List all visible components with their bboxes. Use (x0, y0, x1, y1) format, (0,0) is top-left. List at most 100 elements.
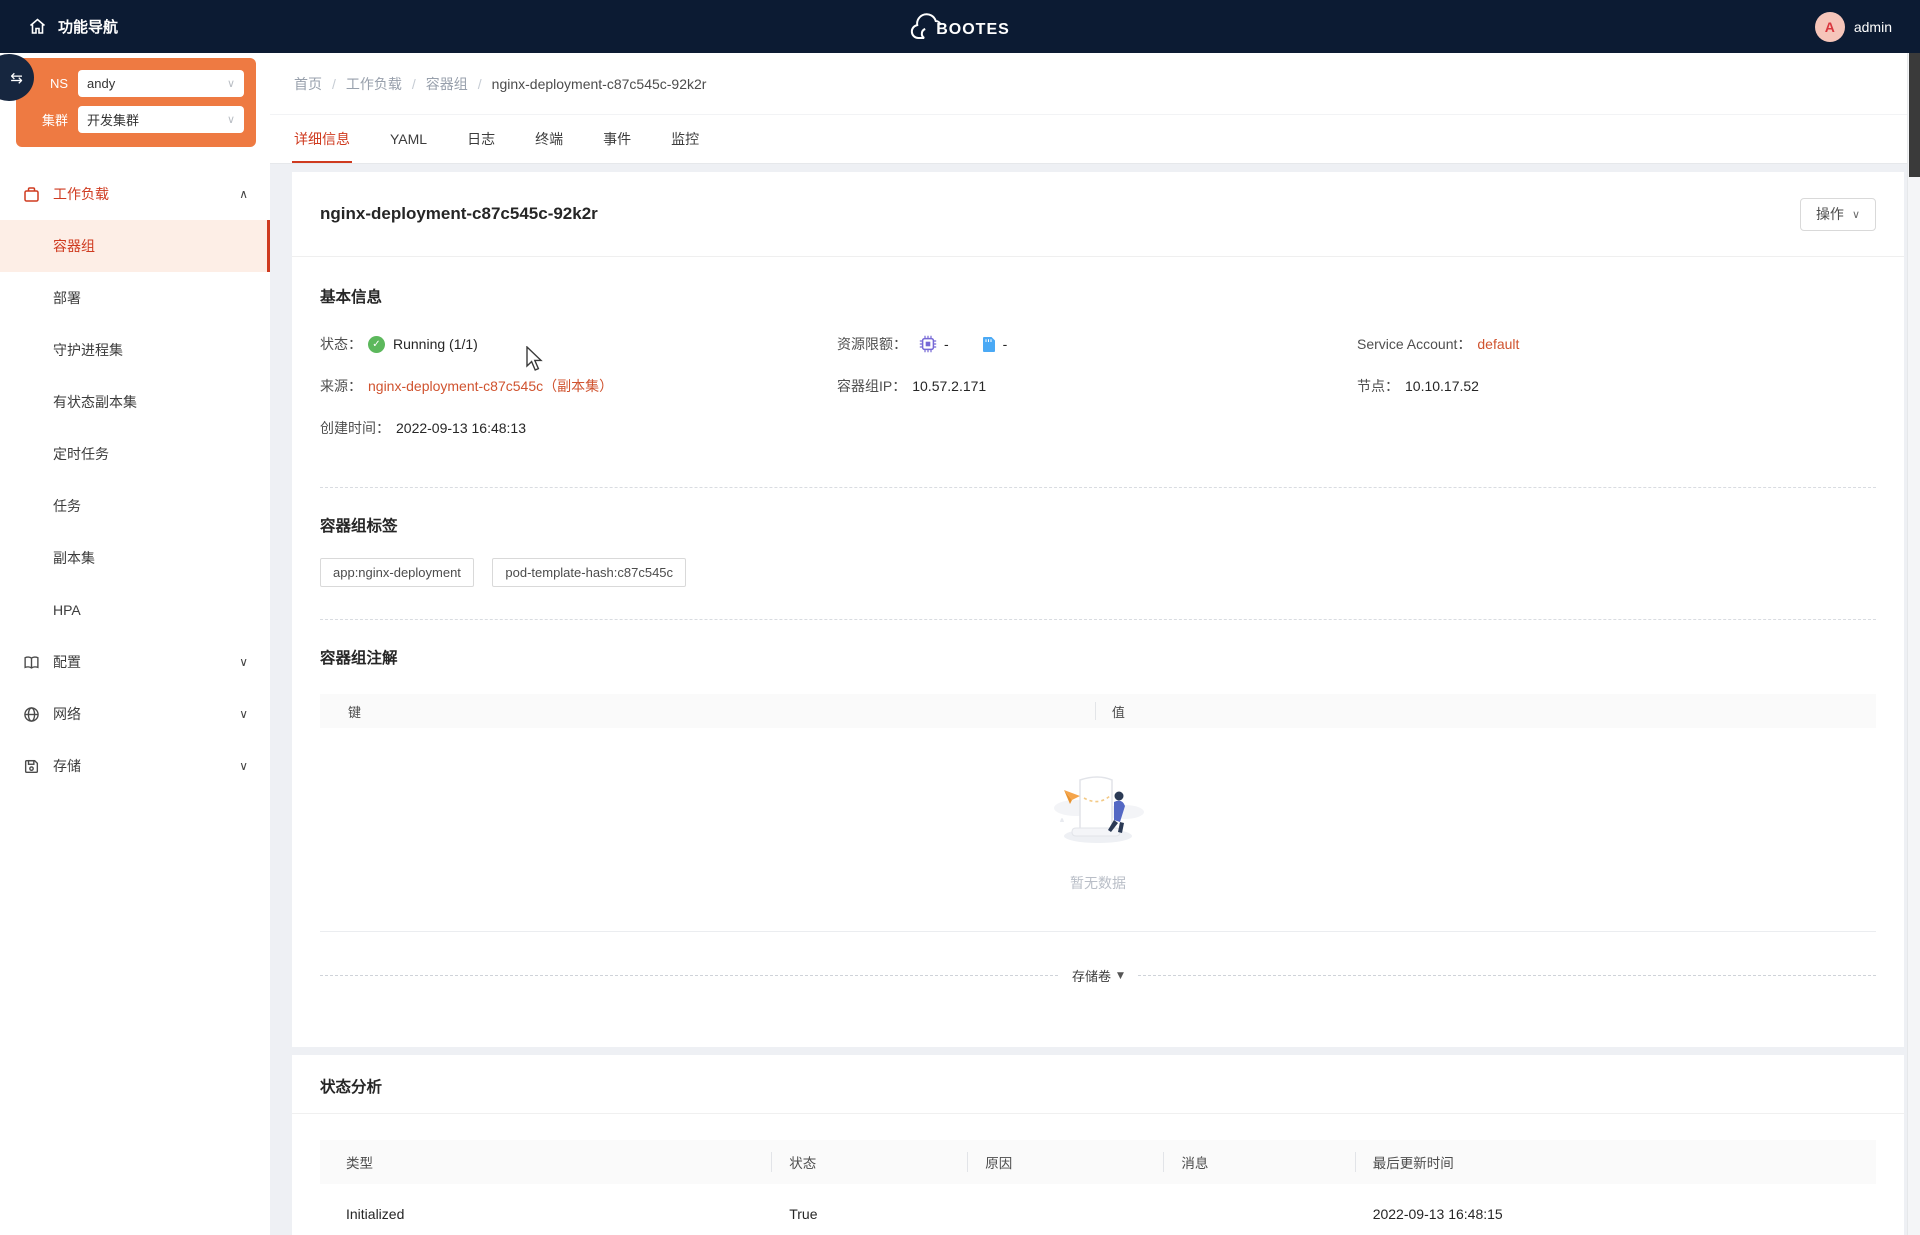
breadcrumb-separator: / (478, 76, 482, 92)
breadcrumb-workload[interactable]: 工作负载 (346, 74, 402, 94)
table-row: Initialized True 2022-09-13 16:48:15 (320, 1184, 1876, 1235)
cell-type: Initialized (320, 1184, 771, 1235)
tab-monitoring[interactable]: 监控 (671, 115, 699, 163)
breadcrumb-current: nginx-deployment-c87c545c-92k2r (492, 76, 707, 92)
status-analysis-heading: 状态分析 (320, 1075, 1876, 1097)
sidebar-item-daemonsets[interactable]: 守护进程集 (0, 324, 270, 376)
sidebar-group-network[interactable]: 网络 ∨ (0, 688, 270, 740)
source-kind: （副本集） (543, 376, 613, 396)
section-divider (320, 487, 1876, 488)
annotations-table-header: 键 值 (320, 694, 1876, 728)
page-title: nginx-deployment-c87c545c-92k2r (320, 204, 598, 224)
source-label: 来源： (320, 376, 362, 396)
sidebar-item-cronjobs[interactable]: 定时任务 (0, 428, 270, 480)
status-analysis-heading-row: 状态分析 (292, 1055, 1904, 1114)
card-header: nginx-deployment-c87c545c-92k2r 操作 ∨ (292, 172, 1904, 257)
tab-terminal[interactable]: 终端 (535, 115, 563, 163)
sidebar-item-hpa[interactable]: HPA (0, 584, 270, 636)
service-account-link[interactable]: default (1477, 336, 1519, 352)
home-icon (28, 17, 47, 36)
volumes-toggle-label: 存储卷 (1072, 966, 1111, 985)
tab-details[interactable]: 详细信息 (294, 115, 350, 163)
divider-line (1138, 975, 1876, 976)
chevron-down-icon: ∨ (1852, 208, 1860, 221)
sidebar-group-label: 存储 (53, 756, 81, 776)
chevron-down-icon: ∨ (227, 113, 235, 126)
cluster-row: 集群 开发集群 ∨ (26, 106, 244, 133)
breadcrumb-separator: / (332, 76, 336, 92)
breadcrumb-pods[interactable]: 容器组 (426, 74, 468, 94)
sidebar-group-label: 配置 (53, 652, 81, 672)
check-icon: ✓ (372, 339, 380, 350)
tab-logs[interactable]: 日志 (467, 115, 495, 163)
sidebar-group-workload[interactable]: 工作负载 ∧ (0, 168, 270, 220)
sidebar-item-statefulsets[interactable]: 有状态副本集 (0, 376, 270, 428)
annotations-heading: 容器组注解 (320, 646, 1876, 668)
sidebar-group-storage[interactable]: 存储 ∨ (0, 740, 270, 792)
sidebar-item-deployments[interactable]: 部署 (0, 272, 270, 324)
memory-icon (981, 336, 996, 353)
user-menu[interactable]: A admin (1815, 12, 1892, 42)
sidebar-group-config[interactable]: 配置 ∨ (0, 636, 270, 688)
status-label: 状态： (320, 334, 362, 354)
empty-state-illustration (1046, 770, 1150, 859)
breadcrumb-home[interactable]: 首页 (294, 74, 322, 94)
status-analysis-table: 类型 状态 原因 消息 最后更新时间 Initialized True 2022… (320, 1140, 1876, 1235)
tab-events[interactable]: 事件 (603, 115, 631, 163)
pod-label-tag: app:nginx-deployment (320, 558, 474, 587)
storage-icon (22, 757, 40, 775)
cell-message (1163, 1184, 1354, 1235)
source-link[interactable]: nginx-deployment-c87c545c (368, 378, 543, 394)
triangle-down-icon: ▼ (1117, 971, 1124, 981)
sidebar-item-pods[interactable]: 容器组 (0, 220, 270, 272)
scrollbar-thumb[interactable] (1909, 53, 1920, 177)
nav-label: 功能导航 (58, 16, 118, 37)
cell-status: True (771, 1184, 967, 1235)
basic-info-heading: 基本信息 (320, 285, 1876, 307)
column-header-value: 值 (1096, 702, 1876, 721)
pod-labels-heading: 容器组标签 (320, 514, 1876, 536)
action-button[interactable]: 操作 ∨ (1800, 198, 1876, 231)
node-field: 节点： 10.10.17.52 (1357, 375, 1876, 397)
scrollbar-track[interactable] (1907, 53, 1920, 1235)
empty-state: 暂无数据 (320, 728, 1876, 932)
workload-icon (22, 185, 40, 203)
sidebar-item-jobs[interactable]: 任务 (0, 480, 270, 532)
collapse-icon: ⇆ (10, 69, 23, 87)
namespace-row: NS andy ∨ (26, 70, 244, 97)
quota-field: 资源限额： (837, 333, 1357, 355)
cluster-select[interactable]: 开发集群 ∨ (78, 106, 244, 133)
cell-reason (967, 1184, 1163, 1235)
nav-menu-trigger[interactable]: 功能导航 (28, 16, 118, 37)
chevron-down-icon: ∨ (239, 759, 248, 773)
sidebar-item-replicasets[interactable]: 副本集 (0, 532, 270, 584)
top-navbar: 功能导航 BOOTES A admin (0, 0, 1920, 53)
memory-quota-value: - (1003, 336, 1008, 352)
sidebar-group-label: 网络 (53, 704, 81, 724)
breadcrumb-separator: / (412, 76, 416, 92)
node-label: 节点： (1357, 376, 1399, 396)
column-header-message: 消息 (1163, 1140, 1354, 1184)
status-value: Running (1/1) (393, 336, 478, 352)
status-check-icon: ✓ (368, 336, 385, 353)
chevron-down-icon: ∨ (239, 707, 248, 721)
sidebar-item-label: 定时任务 (53, 444, 109, 464)
column-header-reason: 原因 (967, 1140, 1163, 1184)
source-field: 来源： nginx-deployment-c87c545c （副本集） (320, 375, 837, 397)
breadcrumb: 首页 / 工作负载 / 容器组 / nginx-deployment-c87c5… (270, 53, 1920, 115)
basic-info-grid: 状态： ✓ Running (1/1) 来源： nginx-deployment… (320, 333, 1876, 439)
service-account-field: Service Account： default (1357, 333, 1876, 355)
namespace-select[interactable]: andy ∨ (78, 70, 244, 97)
sidebar-item-label: HPA (53, 602, 81, 618)
volumes-toggle[interactable]: 存储卷 ▼ (1072, 966, 1124, 985)
namespace-cluster-panel: NS andy ∨ 集群 开发集群 ∨ (16, 58, 256, 147)
tab-yaml[interactable]: YAML (390, 115, 427, 163)
cell-updated: 2022-09-13 16:48:15 (1355, 1184, 1876, 1235)
cluster-value: 开发集群 (87, 110, 139, 129)
pod-labels-row: app:nginx-deployment pod-template-hash:c… (320, 558, 1876, 587)
sidebar: ⇆ NS andy ∨ 集群 开发集群 ∨ (0, 53, 270, 1235)
status-field: 状态： ✓ Running (1/1) (320, 333, 837, 355)
column-header-key: 键 (320, 702, 1095, 721)
created-value: 2022-09-13 16:48:13 (396, 420, 526, 436)
avatar-initial: A (1825, 19, 1835, 35)
